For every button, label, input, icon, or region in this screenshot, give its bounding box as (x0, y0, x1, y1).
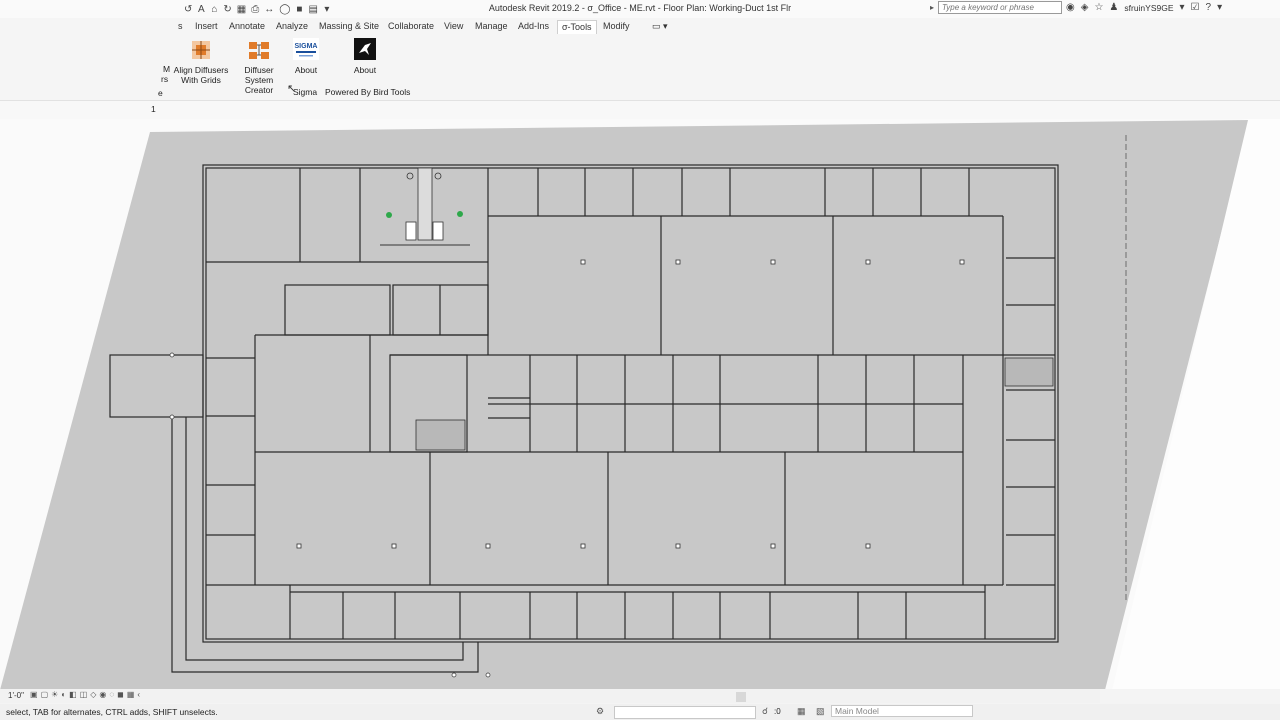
user-name[interactable]: sfruinYS9GE (1124, 3, 1173, 13)
design-options-icon[interactable]: ▧ (816, 706, 825, 717)
help-dropdown-icon[interactable]: ▾ (1217, 2, 1222, 13)
tab-annotate[interactable]: Annotate (225, 20, 269, 34)
align-diffusers-icon (192, 41, 210, 59)
status-bar: select, TAB for alternates, CTRL adds, S… (0, 704, 1280, 720)
tab-massing-site[interactable]: Massing & Site (315, 20, 383, 34)
mouse-cursor-icon: ↖ (287, 83, 297, 95)
analysis-icon[interactable]: ▦ (127, 690, 135, 699)
star-icon[interactable]: ☆ (1094, 2, 1103, 13)
about-sigma-label: About (294, 65, 318, 75)
search-expand-icon[interactable]: ▸ (930, 3, 934, 12)
panel-label-bird-tools: Powered By Bird Tools (325, 87, 411, 97)
options-bar-label: 1 (151, 104, 156, 114)
tab-modify[interactable]: Modify (599, 20, 634, 34)
revit-window: ↺ A ⌂ ↻ ▦ ⎙ ↔ ◯ ■ ▤ ▾ Autodesk Revit 201… (0, 0, 1280, 720)
ribbon-tabs: s Insert Annotate Analyze Massing & Site… (0, 18, 1280, 34)
align-diffusers-label-1: Align Diffusers (173, 65, 229, 75)
detail-level-icon[interactable]: ▣ (30, 690, 38, 699)
align-diffusers-label-2: With Grids (181, 75, 221, 85)
main-model-select[interactable]: Main Model (831, 705, 973, 717)
tab-add-ins[interactable]: Add-Ins (514, 20, 553, 34)
panel-label-sigma: Sigma (293, 87, 318, 97)
crop-icon[interactable]: ◧ (69, 690, 77, 699)
partial-tool-label-2: rs (161, 74, 169, 84)
show-crop-icon[interactable]: ◫ (80, 690, 88, 699)
subscription-icon[interactable]: ◈ (1081, 2, 1089, 13)
view-scale[interactable]: 1'-0" (8, 691, 24, 700)
contextual-dropdown-icon[interactable]: ▭ ▾ (648, 20, 672, 34)
tab-view[interactable]: View (440, 20, 467, 34)
view-control-bar: 1'-0" ▣ ▢ ☀ ◐ ◧ ◫ ◇ ◉ ◌ ◼ ▦ ‹ (0, 689, 1100, 703)
bird-tools-logo-icon (354, 38, 376, 60)
hide-icon[interactable]: ◉ (99, 690, 106, 699)
tab-insert[interactable]: Insert (191, 20, 222, 34)
about-bird-tools-button[interactable]: About (348, 38, 382, 75)
shadows-icon[interactable]: ◐ (61, 690, 66, 699)
title-bar: ↺ A ⌂ ↻ ▦ ⎙ ↔ ◯ ■ ▤ ▾ Autodesk Revit 201… (0, 0, 1280, 18)
floor-plan-view[interactable] (0, 119, 1280, 689)
tab-analyze[interactable]: Analyze (272, 20, 312, 34)
binoculars-icon[interactable]: ◉ (1066, 2, 1075, 13)
temp-hide-icon[interactable]: ◼ (117, 690, 124, 699)
diffuser-system-creator-button[interactable]: Diffuser System Creator (230, 40, 288, 95)
user-dropdown-icon[interactable]: ▾ (1180, 2, 1185, 13)
lock-icon[interactable]: ◇ (90, 690, 96, 699)
sun-path-icon[interactable]: ☀ (51, 690, 58, 699)
tab-manage[interactable]: Manage (471, 20, 512, 34)
diffuser-label-1: Diffuser (244, 65, 274, 75)
status-message: select, TAB for alternates, CTRL adds, S… (6, 707, 218, 717)
editable-only-icon[interactable]: ▦ (797, 706, 806, 717)
header-right-tools: ◉ ◈ ☆ ♟ sfruinYS9GE ▾ ☑ ? ▾ (1066, 2, 1222, 13)
tab-sigma-tools[interactable]: σ-Tools (557, 20, 597, 34)
reveal-icon[interactable]: ◌ (109, 690, 114, 699)
diffuser-system-icon (249, 42, 269, 59)
sigma-logo-text: SIGMA (295, 43, 318, 50)
cart-icon[interactable]: ☑ (1191, 2, 1200, 13)
options-bar: 1 (0, 101, 1280, 120)
ribbon-panel: M rs e Align Diffusers With Grids Diffus… (0, 34, 1280, 100)
view-control-icons: ▣ ▢ ☀ ◐ ◧ ◫ ◇ ◉ ◌ ◼ ▦ ‹ (30, 690, 140, 699)
help-icon[interactable]: ? (1206, 2, 1212, 13)
user-icon[interactable]: ♟ (1109, 2, 1118, 13)
filter-icon[interactable]: ☌ (762, 706, 768, 717)
align-diffusers-button[interactable]: Align Diffusers With Grids (170, 40, 232, 85)
drawing-area[interactable] (0, 119, 1280, 689)
workset-dropdown[interactable] (614, 706, 756, 719)
horizontal-scrollbar-thumb[interactable] (736, 692, 746, 702)
search-input[interactable] (938, 1, 1062, 14)
diffuser-label-2: System Creator (244, 75, 274, 95)
tab-systems[interactable]: s (174, 20, 187, 34)
collapse-icon[interactable]: ‹ (137, 690, 140, 699)
sigma-logo-icon: SIGMA (293, 38, 319, 60)
partial-panel-label: e (158, 88, 163, 98)
tab-collaborate[interactable]: Collaborate (384, 20, 438, 34)
visual-style-icon[interactable]: ▢ (41, 690, 49, 699)
filter-count: :0 (774, 707, 781, 716)
about-sigma-button[interactable]: SIGMA About (290, 38, 322, 75)
about-bird-label: About (353, 65, 377, 75)
worksets-icon[interactable]: ⚙ (596, 706, 604, 717)
